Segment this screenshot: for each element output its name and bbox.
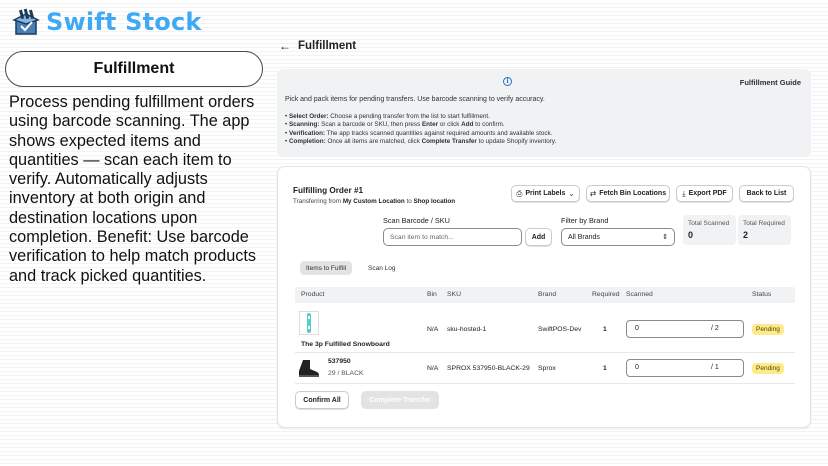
add-button[interactable]: Add	[525, 228, 552, 246]
brand: Swift Stock	[12, 8, 202, 36]
guide-step: • Completion: Once all items are matched…	[285, 137, 557, 145]
printer-icon: ⎙	[516, 188, 523, 198]
product-name: 537950	[328, 358, 351, 365]
scanned-quantity-input[interactable]: 0 / 2	[626, 320, 744, 338]
select-arrows-icon: ⇕	[662, 234, 668, 241]
feature-description: Process pending fulfillment orders using…	[9, 93, 257, 285]
complete-transfer-button[interactable]: Complete Transfer	[361, 391, 439, 409]
bin-cell: N/A	[427, 365, 439, 372]
export-icon: ⤓	[682, 188, 686, 198]
status-badge: Pending	[752, 363, 784, 374]
sku-cell: sku-hosted-1	[447, 326, 487, 333]
sku-cell: SPROX 537950-BLACK-29	[447, 365, 530, 372]
table-row[interactable]: The 3p Fulfilled Snowboard N/A sku-hoste…	[295, 303, 795, 353]
brand-filter-select[interactable]: All Brands ⇕	[561, 228, 675, 246]
page-title: Fulfillment	[298, 40, 357, 52]
brand-cell: Sprox	[538, 365, 556, 372]
tab-scan-log[interactable]: Scan Log	[362, 261, 401, 275]
boot-thumbnail-icon	[299, 360, 319, 377]
total-scanned-stat: Total Scanned 0	[683, 215, 736, 245]
brand-cell: SwiftPOS-Dev	[538, 326, 582, 333]
order-title: Fulfilling Order #1	[293, 186, 364, 195]
bin-cell: N/A	[427, 326, 439, 333]
feature-title: Fulfillment	[5, 51, 263, 87]
order-subtitle: Transferring from My Custom Location to …	[293, 198, 456, 205]
variant-title: 29 / BLACK	[328, 370, 364, 377]
info-icon: i	[503, 77, 512, 86]
snowboard-thumbnail-icon	[299, 311, 319, 335]
fulfillment-card: Fulfilling Order #1 Transferring from My…	[277, 166, 811, 428]
fulfillment-guide: i Fulfillment Guide Pick and pack items …	[277, 69, 811, 157]
filter-label: Filter by Brand	[561, 216, 609, 225]
guide-title: Fulfillment Guide	[739, 78, 801, 87]
back-to-list-button[interactable]: Back to List	[739, 185, 794, 202]
chevron-down-icon: ⌄	[568, 189, 575, 198]
fetch-bin-locations-button[interactable]: ⇄ Fetch Bin Locations	[586, 185, 670, 202]
confirm-all-button[interactable]: Confirm All	[295, 391, 349, 409]
total-required-stat: Total Required 2	[738, 215, 791, 245]
guide-step: • Verification: The app tracks scanned q…	[285, 129, 553, 137]
swift-stock-logo-icon	[12, 8, 40, 35]
required-cell: 1	[603, 326, 607, 333]
page-header: ← Fulfillment	[279, 39, 356, 53]
table-header: Product Bin SKU Brand Required Scanned S…	[295, 287, 795, 303]
required-cell: 1	[603, 365, 607, 372]
refresh-icon: ⇄	[589, 189, 597, 198]
status-badge: Pending	[752, 324, 784, 335]
product-name: The 3p Fulfilled Snowboard	[301, 341, 390, 348]
back-arrow-icon[interactable]: ←	[279, 39, 291, 53]
brand-name: Swift Stock	[46, 8, 202, 36]
table-row[interactable]: 537950 29 / BLACK N/A SPROX 537950-BLACK…	[295, 353, 795, 384]
guide-step: • Scanning: Scan a barcode or SKU, then …	[285, 121, 505, 129]
guide-intro: Pick and pack items for pending transfer…	[285, 96, 545, 103]
export-pdf-button[interactable]: ⤓ Export PDF	[676, 185, 733, 202]
scan-label: Scan Barcode / SKU	[383, 216, 450, 225]
guide-steps: • Select Order: Choose a pending transfe…	[285, 113, 556, 146]
tab-items-to-fulfill[interactable]: Items to Fulfill	[300, 261, 353, 275]
scan-input[interactable]: Scan item to match...	[383, 228, 522, 246]
guide-step: • Select Order: Choose a pending transfe…	[285, 113, 490, 120]
scanned-quantity-input[interactable]: 0 / 1	[626, 359, 744, 377]
print-labels-button[interactable]: ⎙ Print Labels ⌄	[511, 185, 580, 202]
